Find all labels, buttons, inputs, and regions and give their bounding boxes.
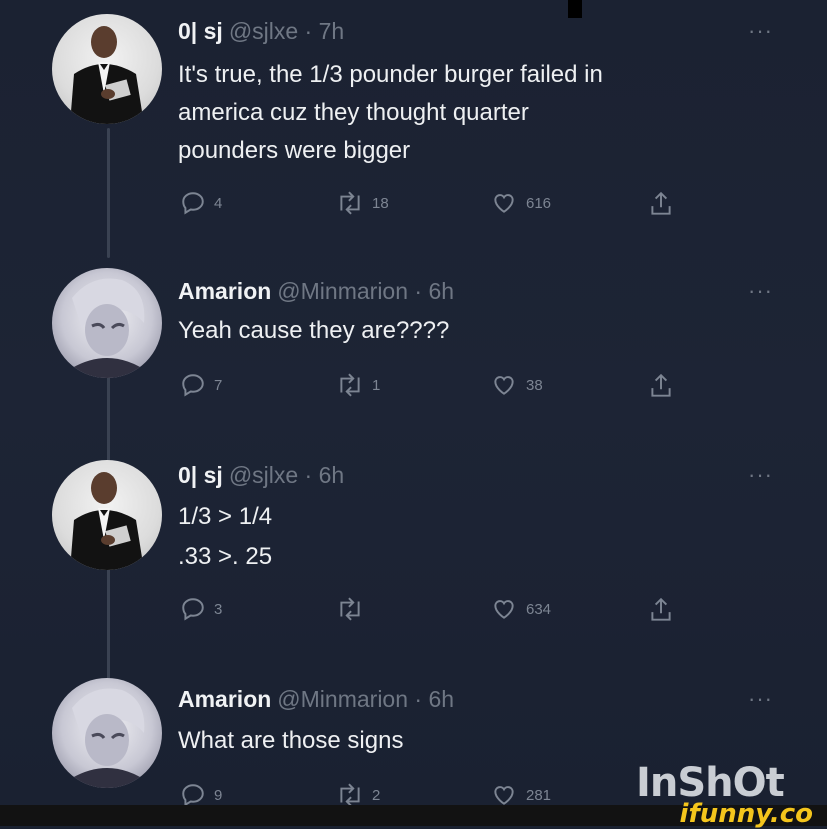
tweet-actions: 4 18 616 bbox=[178, 190, 698, 220]
share-icon bbox=[651, 191, 671, 215]
reply-count: 4 bbox=[214, 194, 223, 212]
like-count: 616 bbox=[526, 194, 552, 212]
heart-icon bbox=[494, 194, 514, 213]
share-icon bbox=[651, 597, 671, 621]
tweet-text-line: It's true, the 1/3 pounder burger failed… bbox=[178, 61, 603, 88]
more-options-icon[interactable]: ··· bbox=[748, 18, 773, 44]
retweet-count: 18 bbox=[372, 194, 389, 212]
retweet-icon bbox=[340, 597, 360, 621]
retweet-button[interactable] bbox=[336, 596, 372, 622]
like-button[interactable]: 281 bbox=[490, 782, 551, 805]
share-icon bbox=[651, 373, 671, 397]
handle-time[interactable]: @sjlxe · 6h bbox=[229, 462, 344, 488]
retweet-count: 2 bbox=[372, 786, 381, 804]
retweet-button[interactable]: 2 bbox=[336, 782, 380, 805]
avatar-suit-man-image bbox=[70, 472, 144, 570]
reply-button[interactable]: 3 bbox=[180, 596, 222, 622]
thread-screen: 0| sj @sjlxe · 7h ··· It's true, the 1/3 … bbox=[0, 0, 827, 805]
tweet-header: 0| sj @sjlxe · 7h bbox=[178, 18, 344, 45]
camera-notch bbox=[568, 0, 582, 18]
tweet-actions: 7 1 38 bbox=[178, 372, 698, 402]
ifunny-watermark: ifunny.co bbox=[679, 799, 813, 829]
heart-icon bbox=[494, 376, 514, 395]
tweet-text-line: 1/3 > 1/4 bbox=[178, 503, 273, 530]
share-button[interactable] bbox=[648, 190, 674, 218]
handle-time[interactable]: @Minmarion · 6h bbox=[277, 278, 454, 304]
tweet-header: Amarion @Minmarion · 6h bbox=[178, 686, 454, 713]
tweet-text-line: Yeah cause they are???? bbox=[178, 317, 450, 344]
tweet-text-line: america cuz they thought quarter bbox=[178, 99, 529, 126]
tweet-text-line: pounders were bigger bbox=[178, 137, 411, 164]
tweet-header: 0| sj @sjlxe · 6h bbox=[178, 462, 344, 489]
retweet-icon bbox=[340, 783, 360, 805]
like-count: 38 bbox=[526, 376, 543, 394]
retweet-button[interactable]: 1 bbox=[336, 372, 380, 398]
handle-time[interactable]: @sjlxe · 7h bbox=[229, 18, 344, 44]
more-options-icon[interactable]: ··· bbox=[748, 462, 773, 488]
like-count: 634 bbox=[526, 600, 552, 618]
reply-icon bbox=[182, 192, 204, 215]
reply-count: 9 bbox=[214, 786, 223, 804]
like-button[interactable]: 634 bbox=[490, 596, 551, 622]
like-button[interactable]: 38 bbox=[490, 372, 543, 398]
reply-count: 7 bbox=[214, 376, 223, 394]
like-count: 281 bbox=[526, 786, 552, 804]
avatar[interactable] bbox=[52, 460, 162, 570]
reply-icon bbox=[182, 598, 204, 621]
tweet-header: Amarion @Minmarion · 6h bbox=[178, 278, 454, 305]
reply-icon bbox=[182, 784, 204, 805]
retweet-button[interactable]: 18 bbox=[336, 190, 389, 216]
heart-icon bbox=[494, 786, 514, 805]
reply-count: 3 bbox=[214, 600, 223, 618]
tweet-actions: 9 2 281 bbox=[178, 782, 698, 805]
tweet-text-line: .33 >. 25 bbox=[178, 543, 273, 570]
thread-connector bbox=[107, 128, 110, 258]
handle-time[interactable]: @Minmarion · 6h bbox=[277, 686, 454, 712]
retweet-count: 1 bbox=[372, 376, 381, 394]
reply-button[interactable]: 4 bbox=[180, 190, 222, 216]
more-options-icon[interactable]: ··· bbox=[748, 686, 773, 712]
heart-icon bbox=[494, 600, 514, 619]
more-options-icon[interactable]: ··· bbox=[748, 278, 773, 304]
avatar[interactable] bbox=[52, 14, 162, 124]
reply-button[interactable]: 7 bbox=[180, 372, 222, 398]
display-name[interactable]: 0| sj bbox=[178, 462, 223, 488]
display-name[interactable]: Amarion bbox=[178, 686, 271, 712]
avatar[interactable] bbox=[52, 268, 162, 378]
display-name[interactable]: 0| sj bbox=[178, 18, 223, 44]
display-name[interactable]: Amarion bbox=[178, 278, 271, 304]
reply-icon bbox=[182, 374, 204, 397]
like-button[interactable]: 616 bbox=[490, 190, 551, 216]
tweet-text-line: What are those signs bbox=[178, 727, 404, 754]
tweet-actions: 3 634 bbox=[178, 596, 698, 626]
avatar-anime-character-image bbox=[72, 688, 145, 788]
reply-button[interactable]: 9 bbox=[180, 782, 222, 805]
share-button[interactable] bbox=[648, 596, 674, 624]
retweet-icon bbox=[340, 191, 360, 215]
avatar-anime-character-image bbox=[72, 278, 145, 378]
ifunny-footer: ifunny.co bbox=[0, 799, 827, 829]
retweet-icon bbox=[340, 373, 360, 397]
share-button[interactable] bbox=[648, 372, 674, 400]
avatar-suit-man-image bbox=[70, 26, 144, 124]
avatar[interactable] bbox=[52, 678, 162, 788]
